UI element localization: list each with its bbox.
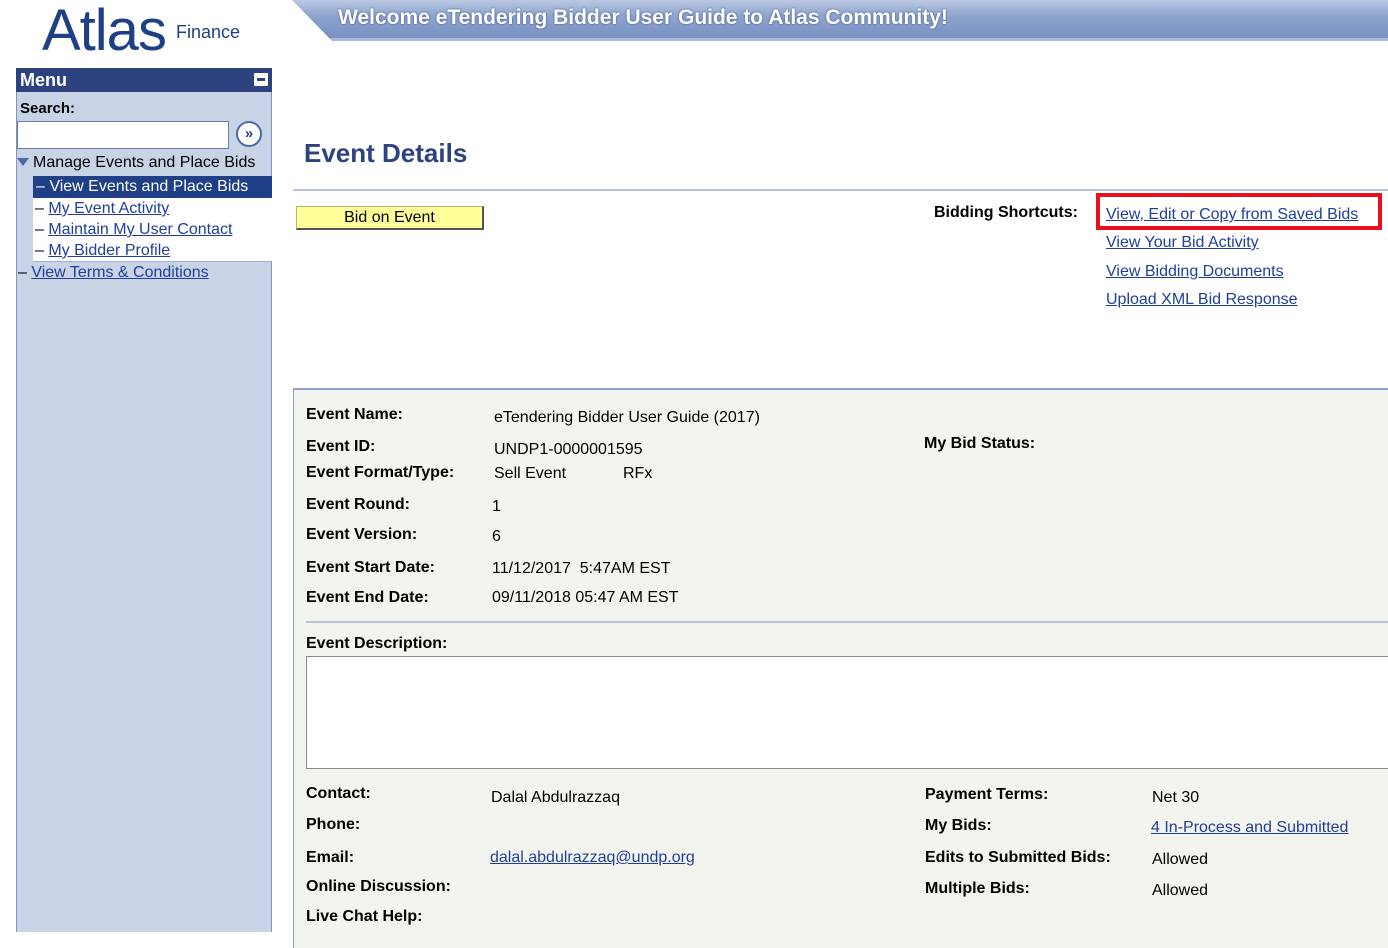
sidebar-item-bidder-profile[interactable]: – My Bidder Profile [35,242,170,260]
bidding-shortcuts-label: Bidding Shortcuts: [934,204,1078,221]
atlas-logo-subtitle: Finance [176,22,241,42]
dash-icon: – [36,178,50,195]
shortcut-bid-activity-link[interactable]: View Your Bid Activity [1106,234,1259,252]
event-start-label: Event Start Date: [306,559,435,576]
sidebar-item-label[interactable]: My Bidder Profile [48,242,170,259]
live-chat-label: Live Chat Help: [306,908,423,925]
sidebar-item-terms[interactable]: – View Terms & Conditions [18,264,209,282]
welcome-banner-text: Welcome eTendering Bidder User Guide to … [338,6,948,29]
edits-label: Edits to Submitted Bids: [925,849,1111,866]
event-end-label: Event End Date: [306,589,429,606]
event-description-label: Event Description: [306,635,448,652]
email-label: Email: [306,849,355,866]
event-start-value: 11/12/2017 5:47AM EST [492,560,671,577]
collapse-icon[interactable] [254,73,268,86]
search-input[interactable] [17,121,229,149]
event-end-value: 09/11/2018 05:47 AM EST [492,589,679,606]
event-name-value: eTendering Bidder User Guide (2017) [494,409,760,426]
sidebar-item-label[interactable]: Maintain My User Contact [48,221,232,238]
contact-label: Contact: [306,785,371,802]
my-bids-link[interactable]: 4 In-Process and Submitted [1151,819,1348,837]
search-label: Search: [20,100,76,117]
event-version-value: 6 [492,528,501,545]
bid-on-event-button[interactable]: Bid on Event [296,206,484,230]
payment-terms-label: Payment Terms: [925,786,1049,803]
event-format-value: Sell Event [494,465,567,482]
event-id-label: Event ID: [306,438,376,455]
expand-triangle-icon[interactable] [17,158,29,166]
sidebar-item-view-events[interactable]: – View Events and Place Bids [33,176,272,198]
event-format-label: Event Format/Type: [306,464,455,481]
atlas-logo: Atlas [42,0,167,63]
bid-status-label: My Bid Status: [924,435,1036,452]
divider [306,621,1388,623]
phone-label: Phone: [306,816,361,833]
sidebar-item-event-activity[interactable]: – My Event Activity [35,200,169,218]
shortcut-saved-bids-link[interactable]: View, Edit or Copy from Saved Bids [1106,206,1358,224]
event-id-value: UNDP1-0000001595 [494,441,643,458]
multiple-bids-label: Multiple Bids: [925,880,1030,897]
my-bids-label: My Bids: [925,817,992,834]
shortcut-upload-xml-link[interactable]: Upload XML Bid Response [1106,291,1298,309]
shortcut-bidding-documents-link[interactable]: View Bidding Documents [1106,263,1284,281]
payment-terms-value: Net 30 [1152,789,1200,806]
event-type-value: RFx [623,465,653,482]
page-title: Event Details [304,138,468,168]
divider [293,189,1388,191]
email-link[interactable]: dalal.abdulrazzaq@undp.org [490,849,695,867]
multiple-bids-value: Allowed [1152,882,1209,899]
search-go-icon[interactable]: » [236,121,262,147]
event-round-value: 1 [492,498,501,515]
contact-value: Dalal Abdulrazzaq [491,789,620,806]
sidebar-item-label[interactable]: View Terms & Conditions [31,264,208,281]
sidebar-group-manage-events[interactable]: Manage Events and Place Bids [33,154,255,172]
menu-header: Menu [16,68,272,92]
online-discussion-label: Online Discussion: [306,878,451,895]
menu-title: Menu [20,70,67,90]
event-name-label: Event Name: [306,406,403,423]
sidebar-item-label: View Events and Place Bids [49,178,249,195]
event-version-label: Event Version: [306,526,418,543]
event-round-label: Event Round: [306,496,410,513]
edits-value: Allowed [1152,851,1209,868]
sidebar-item-label[interactable]: My Event Activity [48,200,169,217]
sidebar-item-user-contact[interactable]: – Maintain My User Contact [35,221,232,239]
event-description-box [306,656,1388,769]
